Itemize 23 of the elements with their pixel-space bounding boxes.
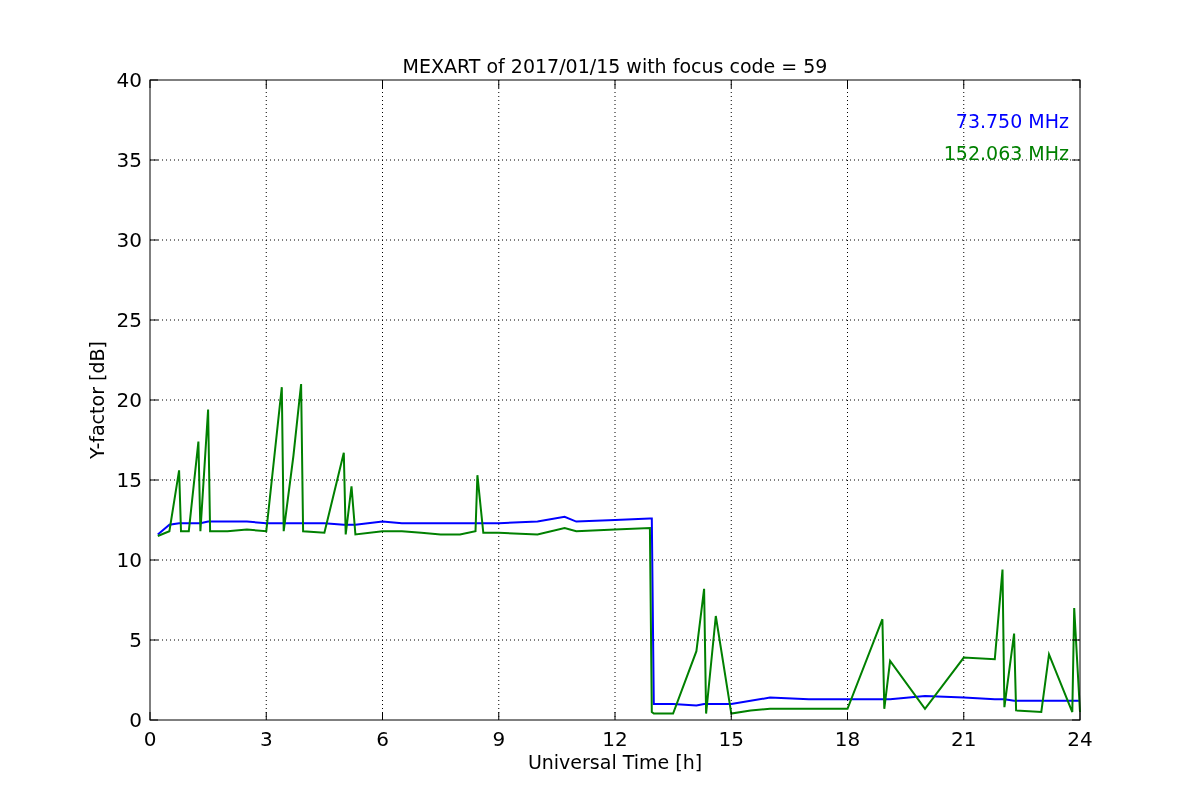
legend-label: 152.063 MHz [943,142,1069,164]
chart-title: MEXART of 2017/01/15 with focus code = 59 [402,55,828,77]
tick-label: 24 [1067,727,1093,751]
tick-label: 6 [376,727,389,751]
tick-label: 25 [116,308,142,332]
tick-label: 20 [116,388,142,412]
tick-label: 9 [492,727,506,751]
tick-label: 15 [718,727,744,751]
tick-label: 40 [116,68,142,92]
tick-label: 35 [116,148,142,172]
tick-label: 0 [143,727,157,751]
y-axis-label: Y-factor [dB] [86,341,108,459]
tick-label: 12 [602,727,628,751]
tick-label: 3 [259,727,273,751]
tick-label: 21 [951,727,977,751]
tick-label: 30 [116,228,142,252]
tick-label: 5 [129,628,142,652]
tick-label: 15 [116,468,142,492]
legend-label: 73.750 MHz [955,110,1069,132]
tick-label: 0 [129,708,142,732]
tick-label: 10 [116,548,142,572]
x-axis-label: Universal Time [h] [527,751,703,773]
tick-label: 18 [834,727,861,751]
